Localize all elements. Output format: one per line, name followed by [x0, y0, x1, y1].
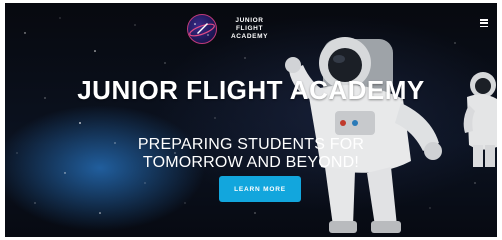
menu-bar [480, 25, 488, 27]
rocket-planet-logo-icon [187, 14, 217, 44]
menu-bar [480, 22, 488, 24]
hero-subtitle-line1: PREPARING STUDENTS FOR [137, 136, 365, 153]
hero-subtitle-line2: TOMORROW AND BEYOND! [142, 154, 360, 171]
astronaut-illustration [285, 37, 442, 233]
hamburger-menu-icon[interactable] [480, 19, 488, 27]
hero-section: JUNIOR FLIGHT ACADEMY JUNIOR FLIGHT ACAD… [5, 3, 497, 237]
learn-more-button[interactable]: LEARN MORE [219, 176, 301, 202]
hero-title: JUNIOR FLIGHT ACADEMY [77, 75, 425, 105]
hero-subtitle: PREPARING STUDENTS FOR TOMORROW AND BEYO… [5, 136, 497, 172]
menu-bar [480, 19, 488, 21]
